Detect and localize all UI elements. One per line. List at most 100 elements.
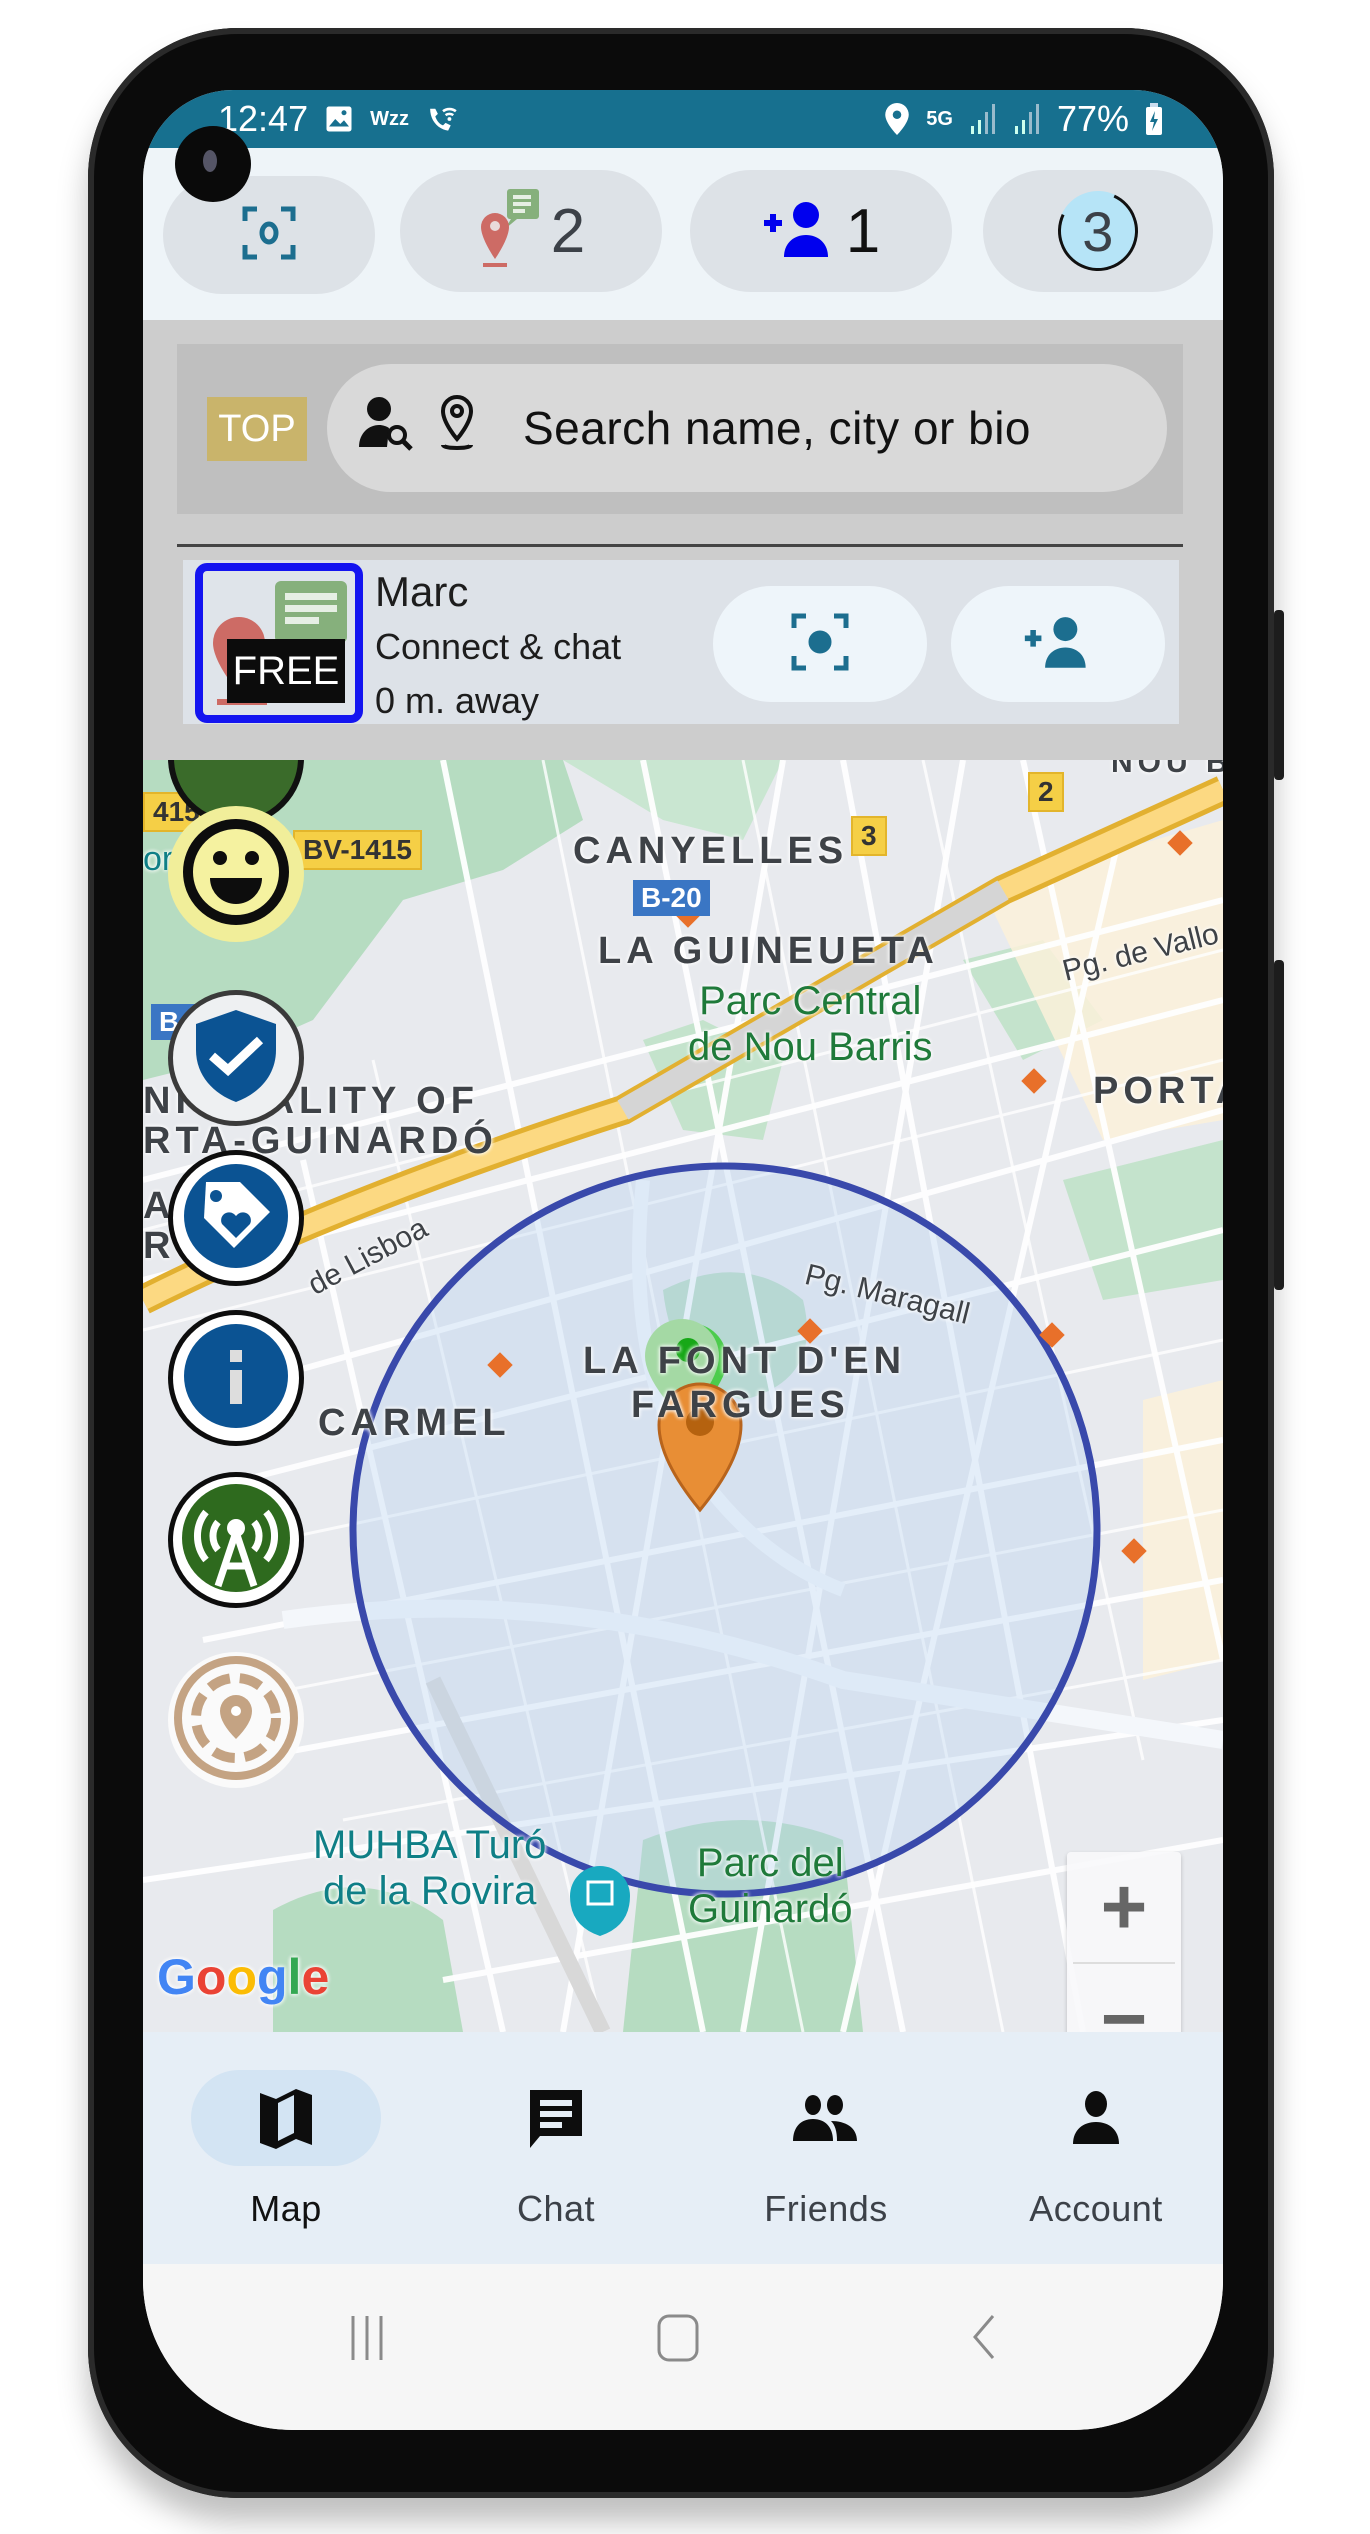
gallery-icon [324, 104, 354, 134]
antenna-icon [180, 1482, 292, 1599]
qr-scan-icon [241, 205, 297, 266]
search-input[interactable]: Search name, city or bio [327, 364, 1167, 492]
road-shield-bv1415: BV-1415 [293, 830, 422, 870]
system-navigation-bar [143, 2264, 1223, 2430]
map-label-porta: PORTA [1093, 1070, 1223, 1112]
avatar[interactable]: FREE [195, 563, 363, 723]
map-label-font-2: FARGUES [631, 1384, 850, 1426]
broadcast-button[interactable] [168, 1472, 304, 1608]
add-friend-button[interactable] [951, 586, 1165, 702]
search-placeholder: Search name, city or bio [523, 402, 1032, 454]
home-button[interactable] [653, 2312, 703, 2367]
nav-item-map[interactable]: Map [186, 2070, 386, 2230]
map-label-nou-b: NOU B [1111, 760, 1223, 779]
recents-button[interactable] [343, 2312, 393, 2367]
countdown-value: 3 [1082, 199, 1114, 263]
road-shield-exit-3: 3 [851, 816, 887, 856]
messages-button[interactable]: 2 [400, 170, 662, 292]
poi-label-line: de la Rovira [322, 1869, 537, 1913]
free-badge: FREE [227, 639, 345, 703]
nav-item-chat[interactable]: Chat [456, 2070, 656, 2230]
locate-user-button[interactable] [713, 586, 927, 702]
info-button[interactable] [168, 1310, 304, 1446]
google-logo[interactable]: Google [157, 1948, 329, 2006]
friend-requests-button[interactable]: 1 [690, 170, 952, 292]
zoom-in-button[interactable]: + [1067, 1852, 1181, 1962]
shield-check-icon [190, 1008, 282, 1109]
status-bar: 12:47 Wzz 5G 77% [143, 90, 1223, 148]
bottom-navigation: Map Chat Friends Account [143, 2032, 1223, 2264]
person-add-icon [1023, 616, 1093, 673]
park-label-line: Parc Central [699, 979, 922, 1023]
search-panel: TOP Search name, city or bio FREE Marc C… [143, 320, 1223, 760]
person-add-icon [762, 201, 838, 262]
park-label-line: Guinardó [688, 1887, 853, 1931]
zoom-controls: + − [1067, 1852, 1181, 2032]
verified-button[interactable] [168, 990, 304, 1126]
front-camera [175, 126, 251, 202]
map-icon [191, 2070, 381, 2166]
radius-button[interactable] [168, 1652, 304, 1788]
heart-tag-icon [182, 1162, 290, 1275]
top-action-bar: 2 1 3 [143, 148, 1223, 320]
map-label-guineueta: LA GUINEUETA [598, 930, 939, 972]
park-label-line: Parc del [696, 1841, 844, 1885]
5g-icon: 5G [926, 107, 953, 130]
location-radius-icon [171, 1653, 301, 1788]
person-icon [1001, 2070, 1191, 2166]
road-shield-b20: B-20 [633, 880, 710, 916]
signal-icon [1013, 104, 1041, 134]
map-label-carmel: CARMEL [318, 1402, 511, 1444]
timer-button[interactable]: 3 [983, 170, 1213, 292]
map-view[interactable]: CANYELLES LA GUINEUETA NICIPALITY OF RTA… [143, 760, 1223, 2032]
poi-label-line: MUHBA Turó [313, 1823, 547, 1867]
smiley-icon [180, 816, 292, 933]
wifi-call-icon [425, 103, 461, 135]
search-bar: TOP Search name, city or bio [177, 344, 1183, 514]
road-shield-exit-2: 2 [1028, 772, 1064, 812]
user-name: Marc [375, 568, 469, 615]
battery-charging-icon [1145, 103, 1163, 135]
people-icon [731, 2070, 921, 2166]
nav-label: Account [1029, 2188, 1163, 2229]
location-icon [884, 103, 910, 135]
back-icon [963, 2312, 1003, 2367]
signal-icon [969, 104, 997, 134]
battery-percent: 77% [1056, 98, 1129, 139]
carrier-icon: Wzz [370, 107, 409, 130]
nav-label: Map [250, 2188, 322, 2229]
map-label-municipality-2: RTA-GUINARDÓ [143, 1120, 498, 1162]
home-icon [653, 2312, 703, 2367]
chat-icon [461, 2070, 651, 2166]
map-label-font-1: LA FONT D'EN [583, 1340, 907, 1382]
focus-target-icon [790, 612, 850, 677]
top-badge[interactable]: TOP [207, 397, 307, 461]
volume-button [1274, 610, 1284, 780]
poi-label-muhba[interactable]: MUHBA Turó de la Rovira [313, 1822, 546, 1914]
messages-count: 2 [550, 196, 586, 266]
info-icon [182, 1322, 290, 1435]
search-radius-circle [349, 1162, 1101, 1898]
friend-requests-count: 1 [845, 196, 881, 266]
park-label-guinardo: Parc del Guinardó [688, 1840, 853, 1932]
map-label-canyelles: CANYELLES [573, 830, 849, 872]
back-button[interactable] [963, 2312, 1003, 2367]
power-button [1274, 960, 1284, 1290]
countdown-badge: 3 [1046, 179, 1150, 283]
nav-item-account[interactable]: Account [996, 2070, 1196, 2230]
location-pin-icon [437, 393, 477, 464]
park-label-nou-barris: Parc Central de Nou Barris [688, 978, 933, 1070]
user-distance: 0 m. away [375, 680, 540, 721]
recents-icon [343, 2312, 393, 2367]
zoom-out-button[interactable]: − [1067, 1964, 1181, 2032]
park-label-line: de Nou Barris [688, 1025, 933, 1069]
favorites-button[interactable] [168, 1150, 304, 1286]
user-card[interactable]: FREE Marc Connect & chat 0 m. away [183, 560, 1179, 724]
nav-label: Chat [516, 2188, 596, 2229]
user-info: Marc Connect & chat 0 m. away [375, 564, 621, 728]
panel-divider [177, 544, 1183, 547]
mood-button[interactable] [168, 806, 304, 942]
nav-item-friends[interactable]: Friends [726, 2070, 926, 2230]
location-chat-icon [477, 188, 543, 274]
nav-label: Friends [764, 2188, 888, 2229]
